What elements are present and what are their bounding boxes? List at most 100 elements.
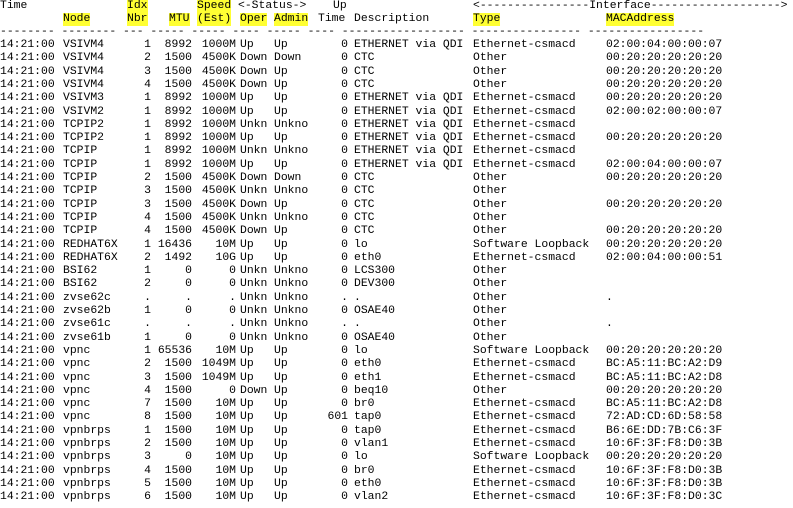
node-cell: vpnbrps [63,424,111,437]
mtu-cell: 1500 [164,225,192,238]
col-header-nbr: Nbr [127,13,148,26]
oper-cell: Up [240,251,254,264]
interface-report: Time Idx Speed <-Status-> Up <----------… [0,0,793,508]
time-cell: 14:21:00 [0,411,55,424]
type-cell: Other [473,65,508,78]
uptime-cell: 0 [341,278,348,291]
speed-cell: 4500K [201,198,236,211]
node-cell: vpnbrps [63,451,111,464]
node-cell: vpnc [63,411,91,424]
mtu-cell: 0 [185,451,192,464]
type-cell: Other [473,331,508,344]
description-cell: vlan1 [354,438,389,450]
mtu-cell: 1492 [164,251,192,264]
time-cell: 14:21:00 [0,145,55,158]
time-cell: 14:21:00 [0,398,55,411]
node-cell: vpnbrps [63,464,111,477]
time-cell: 14:21:00 [0,251,55,264]
admin-cell: Up [274,477,288,490]
speed-cell: 4500K [201,172,236,184]
time-cell: 14:21:00 [0,464,55,477]
uptime-cell: 0 [341,92,348,105]
idx-cell: 1 [144,238,151,251]
separator-dashes: -------- -------- --- ----- ----- ---- -… [0,26,705,38]
type-cell: Other [473,185,508,198]
description-cell: lo [354,344,368,357]
description-cell: ETHERNET via QDI [354,118,464,131]
mac-cell: 02:00:04:00:00:07 [606,39,723,51]
type-cell: Other [473,52,508,65]
header-separator: -------- -------- --- ----- ----- ---- -… [0,26,704,39]
admin-cell: Up [274,92,288,105]
uptime-cell: 0 [341,464,348,477]
node-cell: TCPIP [63,145,98,158]
description-cell: ETHERNET via QDI [354,92,464,105]
idx-cell: . [144,318,151,331]
description-cell: CTC [354,198,375,211]
speed-cell: 10M [215,344,236,357]
mac-cell: 00:20:20:20:20:20 [606,172,723,184]
description-cell: eth0 [354,358,382,371]
idx-cell: 2 [144,278,151,291]
uptime-cell: 0 [341,132,348,145]
col-header-time: Time [0,0,28,12]
idx-cell: . [144,291,151,304]
type-cell: Ethernet-csmacd [473,477,576,490]
time-cell: 14:21:00 [0,211,55,224]
uptime-cell: 0 [341,65,348,78]
speed-cell: 0 [229,384,236,397]
node-cell: vpnc [63,371,91,384]
oper-cell: Down [240,172,268,184]
oper-cell: Down [240,65,268,78]
time-cell: 14:21:00 [0,477,55,490]
speed-cell: 4500K [201,225,236,238]
admin-cell: Up [274,384,288,397]
header-row-2: Node Nbr MTU (Est) Oper Admin Time Descr… [0,13,675,26]
col-header-speed: Speed [197,0,232,13]
col-header-mtu: MTU [169,13,190,26]
speed-cell: 1000M [201,39,236,51]
speed-cell: 10M [215,398,236,411]
node-cell: VSIVM4 [63,52,105,65]
mtu-cell: 0 [185,265,192,278]
mtu-cell: 16436 [157,238,192,251]
type-cell: Ethernet-csmacd [473,438,576,450]
mtu-cell: 8992 [164,158,192,171]
idx-cell: 1 [144,92,151,105]
mtu-cell: 8992 [164,132,192,145]
type-cell: Other [473,198,508,211]
node-cell: zvse62b [63,305,111,317]
oper-cell: Unkn [240,265,268,278]
mtu-cell: 1500 [164,424,192,437]
admin-cell: Up [274,225,288,238]
description-cell: tap0 [354,424,382,437]
admin-cell: Up [274,78,288,91]
time-cell: 14:21:00 [0,52,55,65]
speed-cell: 4500K [201,211,236,224]
idx-cell: 2 [144,251,151,264]
admin-cell: Up [274,358,288,371]
idx-cell: 1 [144,265,151,278]
description-cell: ETHERNET via QDI [354,105,464,118]
admin-cell: Up [274,491,288,504]
col-header-idx: Idx [127,0,148,13]
oper-cell: Up [240,438,254,450]
idx-cell: 2 [144,358,151,371]
speed-cell: 1049M [201,358,236,371]
mac-cell: 00:20:20:20:20:20 [606,78,723,91]
admin-cell: Up [274,438,288,450]
description-cell: OSAE40 [354,331,396,344]
description-cell: CTC [354,52,375,65]
uptime-cell: 0 [341,225,348,238]
speed-cell: . [229,291,236,304]
mac-cell: . [606,291,613,304]
mtu-cell: 65536 [157,344,192,357]
node-cell: vpnc [63,398,91,411]
speed-cell: 4500K [201,65,236,78]
idx-cell: 1 [144,158,151,171]
uptime-cell: 0 [341,185,348,198]
mac-cell: 02:00:02:00:00:07 [606,105,723,118]
type-cell: Ethernet-csmacd [473,411,576,424]
oper-cell: Up [240,105,254,118]
speed-cell: 0 [229,278,236,291]
